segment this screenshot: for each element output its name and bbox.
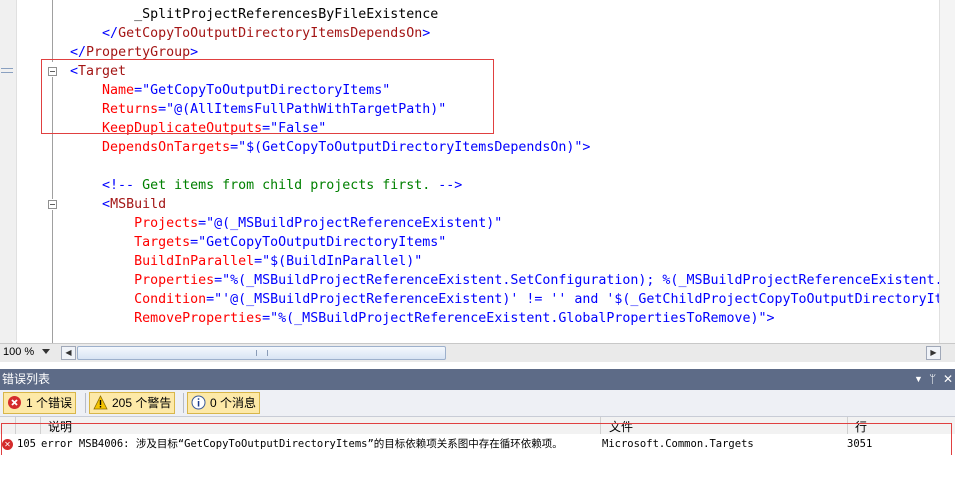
code-line[interactable]: RemoveProperties="%(_MSBuildProjectRefer… [38, 309, 775, 328]
horizontal-scroll-thumb[interactable] [77, 346, 446, 360]
code-token: ="@(_MSBuildProjectReferenceExistent)" [198, 216, 503, 231]
code-token: ="$(GetCopyToOutputDirectoryItemsDepends… [230, 140, 591, 155]
scroll-grip-icon [256, 350, 268, 356]
code-token: </ [38, 45, 87, 60]
code-token: _SplitProjectReferencesByFileExistence [38, 7, 439, 22]
code-token: RemoveProperties [38, 311, 263, 326]
info-icon [191, 395, 206, 410]
editor-bottom-bar: 100 % ◀ ▶ [0, 343, 955, 362]
code-token: PropertyGroup [86, 45, 191, 60]
code-line[interactable]: BuildInParallel="$(BuildInParallel)" [38, 252, 422, 271]
code-line[interactable]: Condition="'@(_MSBuildProjectReferenceEx… [38, 290, 943, 309]
code-line[interactable]: Targets="GetCopyToOutputDirectoryItems" [38, 233, 446, 252]
warnings-filter-label: 205 个警告 [112, 396, 172, 410]
code-line[interactable]: <MSBuild [38, 195, 166, 214]
code-token: GetCopyToOutputDirectoryItemsDependsOn [118, 26, 423, 41]
caret-line-marker [1, 68, 13, 73]
toolbar-separator [183, 393, 184, 413]
error-icon [8, 396, 21, 409]
code-token: ="$(BuildInParallel)" [254, 254, 423, 269]
code-token: MSBuild [110, 197, 167, 212]
code-token: > [190, 45, 199, 60]
code-token: ="GetCopyToOutputDirectoryItems" [190, 235, 447, 250]
code-token: Condition [38, 292, 207, 307]
messages-filter-label: 0 个消息 [210, 396, 257, 410]
code-token: --> [438, 178, 463, 193]
code-token: ="'@(_MSBuildProjectReferenceExistent)' … [206, 292, 943, 307]
zoom-dropdown-icon[interactable] [42, 349, 50, 354]
close-icon[interactable]: ✕ [943, 369, 953, 390]
warnings-filter-button[interactable]: 205 个警告 [89, 392, 176, 414]
code-token: Properties [38, 273, 215, 288]
error-list-empty-area [0, 455, 955, 489]
code-token: ="%(_MSBuildProjectReferenceExistent.Set… [214, 273, 943, 288]
code-token: DependsOnTargets [38, 140, 231, 155]
pin-icon[interactable]: ᛘ [929, 369, 936, 390]
code-token: Projects [38, 216, 199, 231]
toolbar-separator [85, 393, 86, 413]
editor-gutter [0, 0, 17, 343]
code-line[interactable]: </GetCopyToOutputDirectoryItemsDependsOn… [38, 24, 430, 43]
panel-title: 错误列表 [2, 372, 51, 386]
code-token: BuildInParallel [38, 254, 255, 269]
vertical-scrollbar[interactable] [939, 0, 955, 343]
scroll-right-icon[interactable]: ▶ [926, 346, 941, 360]
error-list-toolbar: 1 个错误 205 个警告 0 个消息 [0, 390, 955, 417]
code-line[interactable]: _SplitProjectReferencesByFileExistence [38, 5, 438, 24]
warning-icon [93, 395, 108, 410]
messages-filter-button[interactable]: 0 个消息 [187, 392, 261, 414]
code-text-area[interactable]: _SplitProjectReferencesByFileExistence <… [38, 0, 955, 343]
errors-filter-button[interactable]: 1 个错误 [3, 392, 77, 414]
code-line[interactable]: Properties="%(_MSBuildProjectReferenceEx… [38, 271, 943, 290]
annotation-highlight-error [1, 423, 952, 456]
code-token: Get items from child projects first. [134, 178, 439, 193]
code-line[interactable]: Projects="@(_MSBuildProjectReferenceExis… [38, 214, 502, 233]
code-line[interactable]: <!-- Get items from child projects first… [38, 176, 462, 195]
code-token: ="%(_MSBuildProjectReferenceExistent.Glo… [262, 311, 775, 326]
error-list-title-bar: 错误列表 ▼ ᛘ ✕ [0, 369, 955, 390]
code-token: <!-- [38, 178, 135, 193]
code-token: </ [38, 26, 119, 41]
code-token: < [38, 197, 111, 212]
zoom-level[interactable]: 100 % [3, 346, 34, 358]
window-position-icon[interactable]: ▼ [914, 369, 923, 390]
code-token: > [422, 26, 431, 41]
errors-filter-label: 1 个错误 [26, 396, 73, 410]
code-line[interactable]: DependsOnTargets="$(GetCopyToOutputDirec… [38, 138, 590, 157]
outlining-margin [22, 0, 57, 343]
annotation-highlight-target [41, 59, 494, 134]
code-token: Targets [38, 235, 191, 250]
code-editor[interactable]: _SplitProjectReferencesByFileExistence <… [0, 0, 955, 343]
scroll-left-icon[interactable]: ◀ [61, 346, 76, 360]
